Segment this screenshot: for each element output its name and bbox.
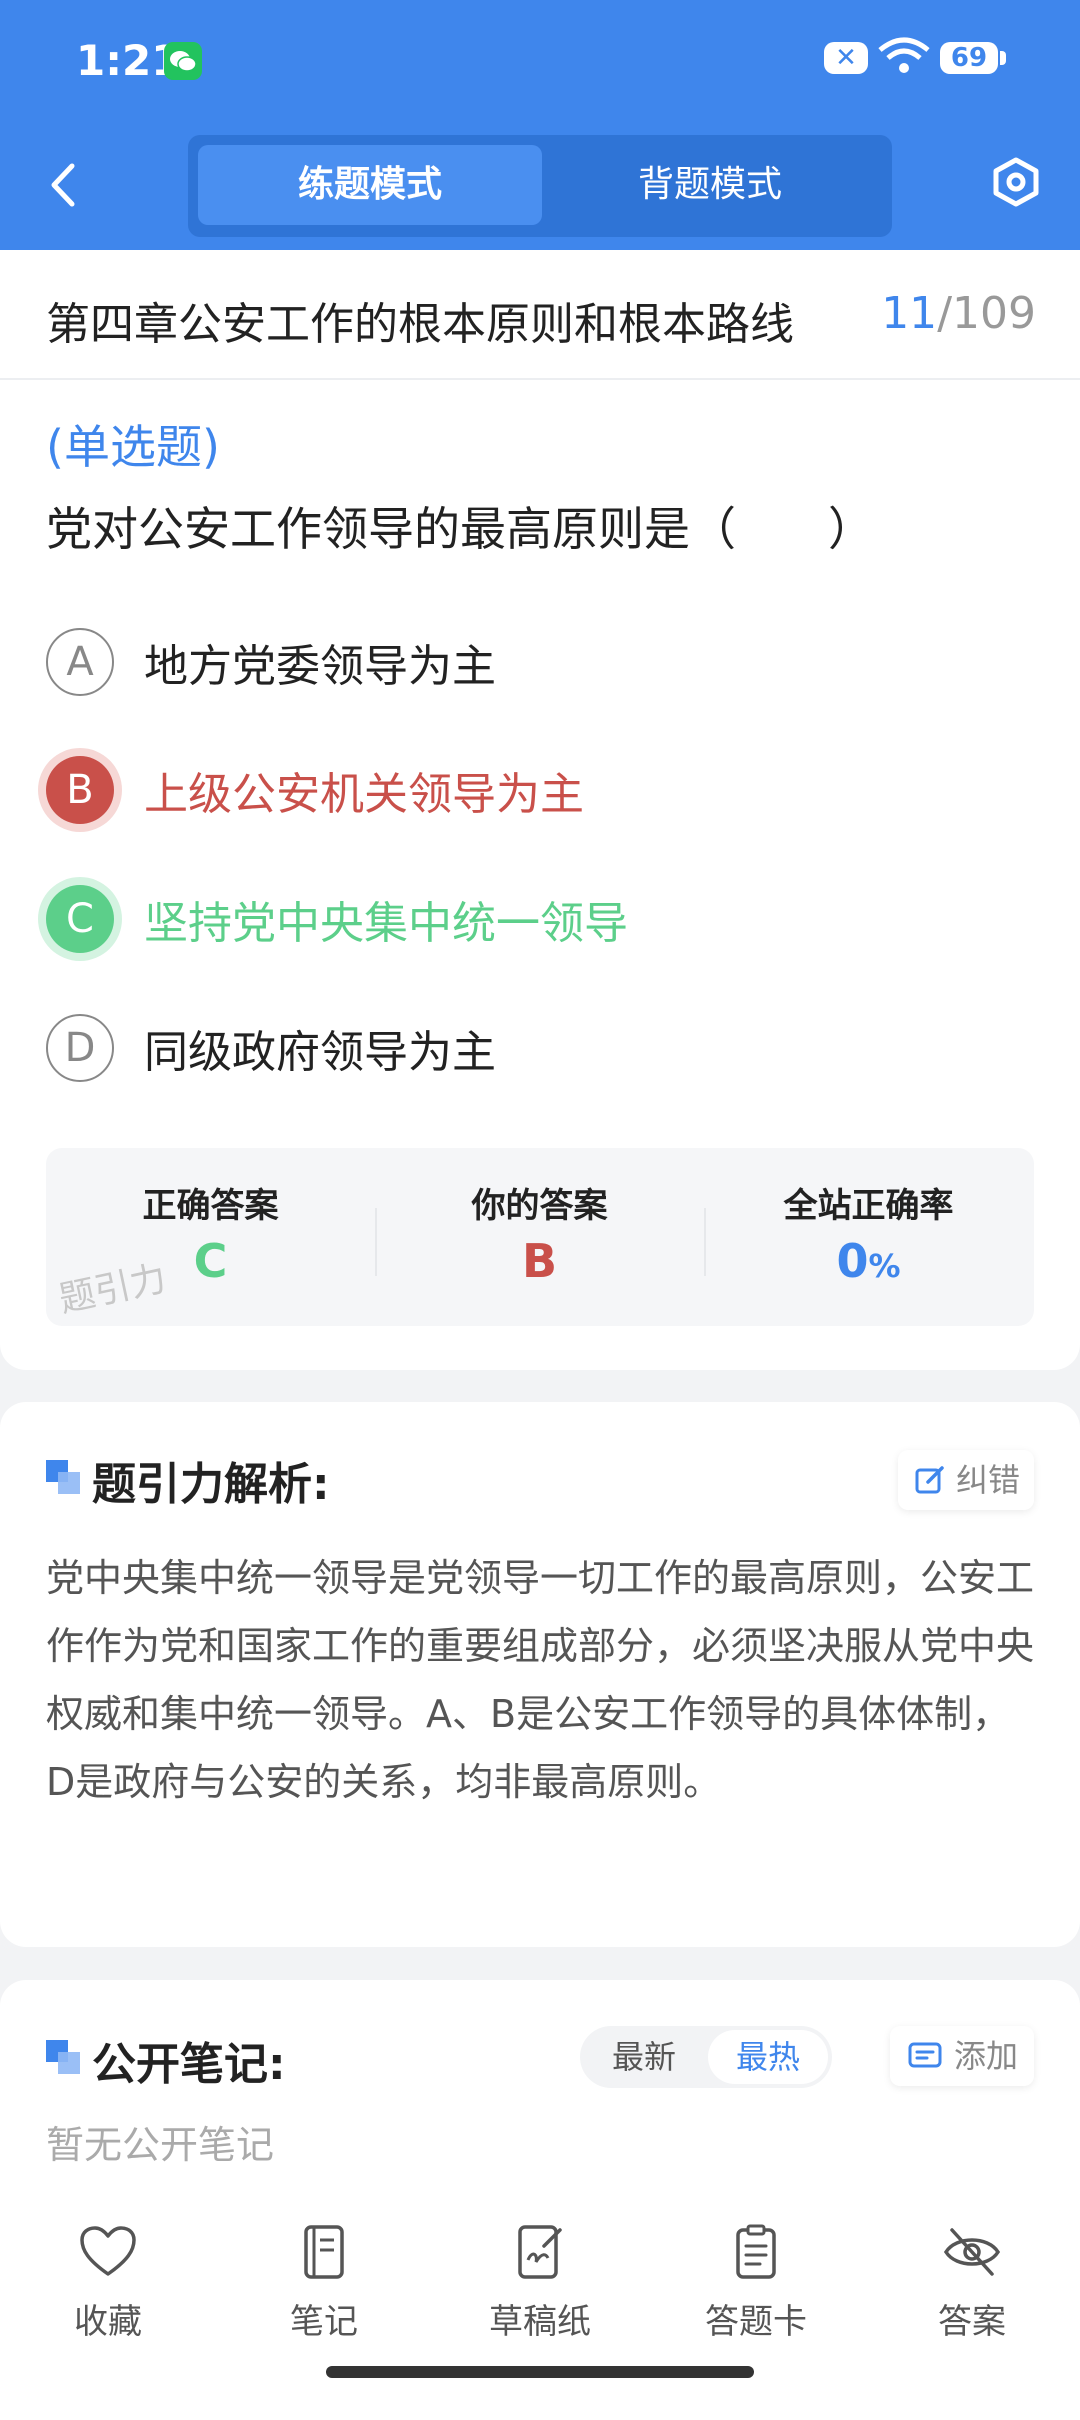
add-note-label: 添加 (954, 2037, 1019, 2075)
accuracy-number: 0 (836, 1234, 869, 1288)
section-icon (46, 2040, 80, 2074)
nav-draft[interactable]: 草稿纸 (450, 2224, 630, 2354)
tab-recite-mode[interactable]: 背题模式 (538, 145, 882, 225)
accuracy-unit: % (868, 1247, 901, 1285)
wifi-icon (876, 36, 932, 80)
eye-off-icon (943, 2228, 1001, 2276)
notebook-icon (304, 2225, 344, 2279)
option-letter: A (46, 628, 114, 696)
question-stem: 党对公安工作领导的最高原则是（ ） (46, 502, 874, 556)
sort-latest[interactable]: 最新 (584, 2030, 704, 2084)
settings-button[interactable] (990, 156, 1042, 212)
wechat-notification-icon (164, 42, 202, 80)
option-b[interactable]: B 上级公安机关领导为主 (46, 752, 1026, 832)
nav-notes[interactable]: 笔记 (234, 2224, 414, 2354)
heart-icon (80, 2226, 136, 2276)
comment-icon (908, 2042, 942, 2068)
report-error-button[interactable]: 纠错 (898, 1450, 1034, 1510)
option-letter: B (46, 756, 114, 824)
nav-answer-card-label: 答题卡 (705, 2302, 807, 2342)
answer-card-icon (736, 2224, 776, 2279)
notes-title: 公开笔记: (92, 2039, 286, 2090)
nav-notes-label: 笔记 (290, 2302, 358, 2342)
option-a[interactable]: A 地方党委领导为主 (46, 624, 1026, 704)
nav-answer-label: 答案 (938, 2302, 1006, 2342)
progress-total: /109 (937, 288, 1036, 339)
top-header: 1:21 ✕ 69 练题模式 背题模式 (0, 0, 1080, 250)
tab-practice-mode[interactable]: 练题模式 (198, 145, 542, 225)
battery-icon: 69 (940, 42, 1006, 74)
analysis-text: 党中央集中统一领导是党领导一切工作的最高原则，公安工作作为党和国家工作的重要组成… (46, 1556, 1035, 1804)
your-answer-value: B (521, 1234, 558, 1288)
option-text: 地方党委领导为主 (144, 641, 496, 692)
empty-notes-text: 暂无公开笔记 (46, 2123, 275, 2167)
nav-answer[interactable]: 答案 (882, 2224, 1062, 2354)
notification-badge-icon: ✕ (824, 42, 868, 74)
chapter-title: 第四章公安工作的根本原则和根本路线 (46, 299, 794, 350)
nav-favorite-label: 收藏 (74, 2302, 142, 2342)
section-icon (46, 1460, 80, 1494)
nav-answer-card[interactable]: 答题卡 (666, 2224, 846, 2354)
question-progress: 11/109 (881, 288, 1036, 339)
site-accuracy-label: 全站正确率 (783, 1186, 954, 1226)
correct-answer-label: 正确答案 (142, 1186, 279, 1226)
nav-draft-label: 草稿纸 (489, 2302, 591, 2342)
edit-icon (915, 1466, 944, 1494)
your-answer: 你的答案 B (375, 1148, 704, 1326)
analysis-title: 题引力解析: (92, 1459, 330, 1510)
your-answer-label: 你的答案 (471, 1186, 608, 1226)
report-error-label: 纠错 (956, 1461, 1021, 1499)
home-indicator[interactable] (326, 2366, 754, 2378)
progress-current: 11 (881, 288, 938, 339)
notes-sort-toggle: 最新 最热 (580, 2026, 832, 2088)
question-text: (单选题) 党对公安工作领导的最高原则是（ ） (46, 406, 1036, 570)
option-letter: D (46, 1014, 114, 1082)
draft-icon (518, 2225, 562, 2279)
site-accuracy-value: 0% (704, 1234, 1033, 1288)
sort-hot[interactable]: 最热 (708, 2030, 828, 2084)
option-c[interactable]: C 坚持党中央集中统一领导 (46, 881, 1026, 961)
site-accuracy: 全站正确率 0% (704, 1148, 1033, 1326)
back-button[interactable] (44, 160, 84, 210)
question-type: (单选题) (46, 420, 220, 474)
option-text: 上级公安机关领导为主 (144, 769, 584, 820)
status-bar: 1:21 ✕ 69 (0, 0, 1080, 118)
option-text: 坚持党中央集中统一领导 (144, 898, 628, 949)
answer-summary: 正确答案 C 你的答案 B 全站正确率 0% 题引力 (46, 1148, 1034, 1326)
add-note-button[interactable]: 添加 (890, 2026, 1034, 2086)
option-d[interactable]: D 同级政府领导为主 (46, 1010, 1026, 1090)
hexagon-settings-icon (993, 157, 1039, 207)
chevron-left-icon (51, 163, 75, 207)
mode-switch: 练题模式 背题模式 (188, 135, 892, 237)
option-text: 同级政府领导为主 (144, 1027, 496, 1078)
nav-favorite[interactable]: 收藏 (18, 2224, 198, 2354)
divider (0, 378, 1080, 380)
option-letter: C (46, 885, 114, 953)
